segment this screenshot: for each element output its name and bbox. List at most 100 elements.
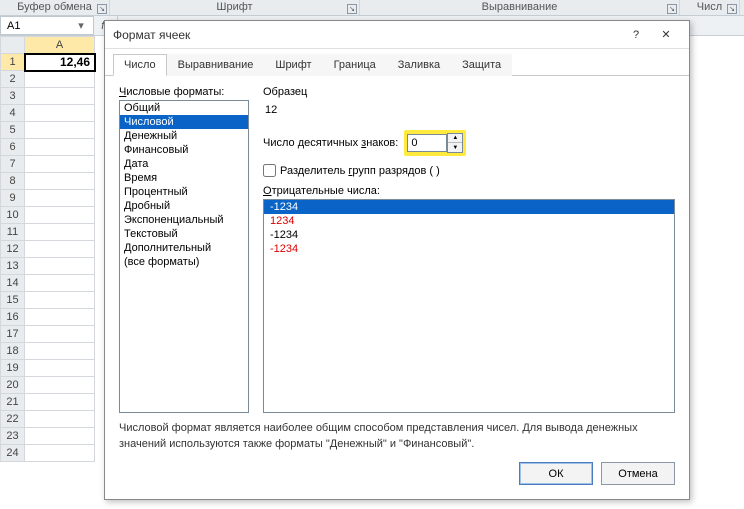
list-item[interactable]: Процентный — [120, 185, 248, 199]
row-header[interactable]: 3 — [1, 88, 25, 105]
name-box[interactable]: A1 ▾ — [0, 16, 94, 35]
list-item[interactable]: -1234 — [264, 200, 674, 214]
dialog-launcher-icon[interactable]: ↘ — [727, 4, 737, 14]
cancel-button[interactable]: Отмена — [601, 462, 675, 485]
sample-label: Образец — [263, 86, 675, 98]
list-item[interactable]: Текстовый — [120, 227, 248, 241]
format-list-label: Числовые форматы: — [119, 86, 249, 98]
row-header[interactable]: 8 — [1, 173, 25, 190]
row-header[interactable]: 22 — [1, 411, 25, 428]
cell[interactable] — [25, 190, 95, 207]
row-header[interactable]: 1 — [1, 54, 25, 71]
select-all-corner[interactable] — [1, 37, 25, 54]
cell[interactable] — [25, 105, 95, 122]
list-item[interactable]: Время — [120, 171, 248, 185]
row-header[interactable]: 20 — [1, 377, 25, 394]
list-item[interactable]: Экспоненциальный — [120, 213, 248, 227]
cell[interactable] — [25, 275, 95, 292]
dialog-launcher-icon[interactable]: ↘ — [347, 4, 357, 14]
help-button[interactable]: ? — [621, 24, 651, 46]
decimal-places-input[interactable] — [407, 134, 447, 152]
ribbon-group: Выравнивание↘ — [360, 0, 680, 15]
list-item[interactable]: Дата — [120, 157, 248, 171]
dialog-title: Формат ячеек — [113, 28, 190, 42]
ok-button[interactable]: ОК — [519, 462, 593, 485]
name-box-value: A1 — [7, 20, 20, 32]
chevron-down-icon[interactable]: ▾ — [75, 19, 87, 32]
row-header[interactable]: 2 — [1, 71, 25, 88]
row-header[interactable]: 13 — [1, 258, 25, 275]
row-header[interactable]: 5 — [1, 122, 25, 139]
row-header[interactable]: 19 — [1, 360, 25, 377]
format-list[interactable]: ОбщийЧисловойДенежныйФинансовыйДатаВремя… — [119, 100, 249, 413]
row-header[interactable]: 21 — [1, 394, 25, 411]
row-header[interactable]: 7 — [1, 156, 25, 173]
tab-заливка[interactable]: Заливка — [387, 54, 451, 76]
cell[interactable] — [25, 411, 95, 428]
cell[interactable] — [25, 394, 95, 411]
thousands-separator-checkbox[interactable] — [263, 164, 276, 177]
row-header[interactable]: 12 — [1, 241, 25, 258]
list-item[interactable]: Денежный — [120, 129, 248, 143]
dialog-launcher-icon[interactable]: ↘ — [667, 4, 677, 14]
cell[interactable] — [25, 428, 95, 445]
row-header[interactable]: 10 — [1, 207, 25, 224]
cell[interactable] — [25, 88, 95, 105]
cell[interactable] — [25, 292, 95, 309]
dialog-titlebar: Формат ячеек ? ✕ — [105, 21, 689, 49]
row-header[interactable]: 15 — [1, 292, 25, 309]
decimal-places-label: Число десятичных знаков: — [263, 137, 398, 149]
cell[interactable] — [25, 309, 95, 326]
dialog-launcher-icon[interactable]: ↘ — [97, 4, 107, 14]
cell[interactable] — [25, 139, 95, 156]
list-item[interactable]: (все форматы) — [120, 255, 248, 269]
decimal-spinner: ▲ ▼ — [447, 133, 463, 153]
cell[interactable] — [25, 122, 95, 139]
tab-выравнивание[interactable]: Выравнивание — [167, 54, 265, 76]
row-header[interactable]: 4 — [1, 105, 25, 122]
cell[interactable] — [25, 207, 95, 224]
list-item[interactable]: Дробный — [120, 199, 248, 213]
cell[interactable] — [25, 343, 95, 360]
column-header[interactable]: A — [25, 37, 95, 54]
row-header[interactable]: 23 — [1, 428, 25, 445]
cell[interactable] — [25, 258, 95, 275]
cell[interactable] — [25, 360, 95, 377]
list-item[interactable]: -1234 — [264, 242, 674, 256]
list-item[interactable]: 1234 — [264, 214, 674, 228]
tab-защита[interactable]: Защита — [451, 54, 512, 76]
row-header[interactable]: 17 — [1, 326, 25, 343]
list-item[interactable]: Дополнительный — [120, 241, 248, 255]
row-header[interactable]: 24 — [1, 445, 25, 462]
spinner-up-button[interactable]: ▲ — [448, 134, 462, 143]
row-header[interactable]: 6 — [1, 139, 25, 156]
ribbon-group: Шрифт↘ — [110, 0, 360, 15]
row-header[interactable]: 16 — [1, 309, 25, 326]
row-header[interactable]: 9 — [1, 190, 25, 207]
list-item[interactable]: -1234 — [264, 228, 674, 242]
row-header[interactable]: 14 — [1, 275, 25, 292]
cell[interactable] — [25, 224, 95, 241]
cell[interactable] — [25, 156, 95, 173]
cell[interactable]: 12,46 — [25, 54, 95, 71]
tab-число[interactable]: Число — [113, 54, 167, 76]
spinner-down-button[interactable]: ▼ — [448, 143, 462, 152]
cell[interactable] — [25, 71, 95, 88]
format-cells-dialog: Формат ячеек ? ✕ ЧислоВыравниваниеШрифтГ… — [104, 20, 690, 500]
close-button[interactable]: ✕ — [651, 24, 681, 46]
tab-шрифт[interactable]: Шрифт — [264, 54, 322, 76]
cell[interactable] — [25, 445, 95, 462]
list-item[interactable]: Финансовый — [120, 143, 248, 157]
row-header[interactable]: 11 — [1, 224, 25, 241]
sample-value: 12 — [265, 104, 675, 116]
cell[interactable] — [25, 241, 95, 258]
list-item[interactable]: Общий — [120, 101, 248, 115]
cell[interactable] — [25, 173, 95, 190]
cell[interactable] — [25, 377, 95, 394]
thousands-separator-label: Разделитель групп разрядов ( ) — [280, 165, 440, 177]
list-item[interactable]: Числовой — [120, 115, 248, 129]
negative-numbers-list[interactable]: -12341234-1234-1234 — [263, 199, 675, 413]
tab-граница[interactable]: Граница — [323, 54, 387, 76]
row-header[interactable]: 18 — [1, 343, 25, 360]
cell[interactable] — [25, 326, 95, 343]
